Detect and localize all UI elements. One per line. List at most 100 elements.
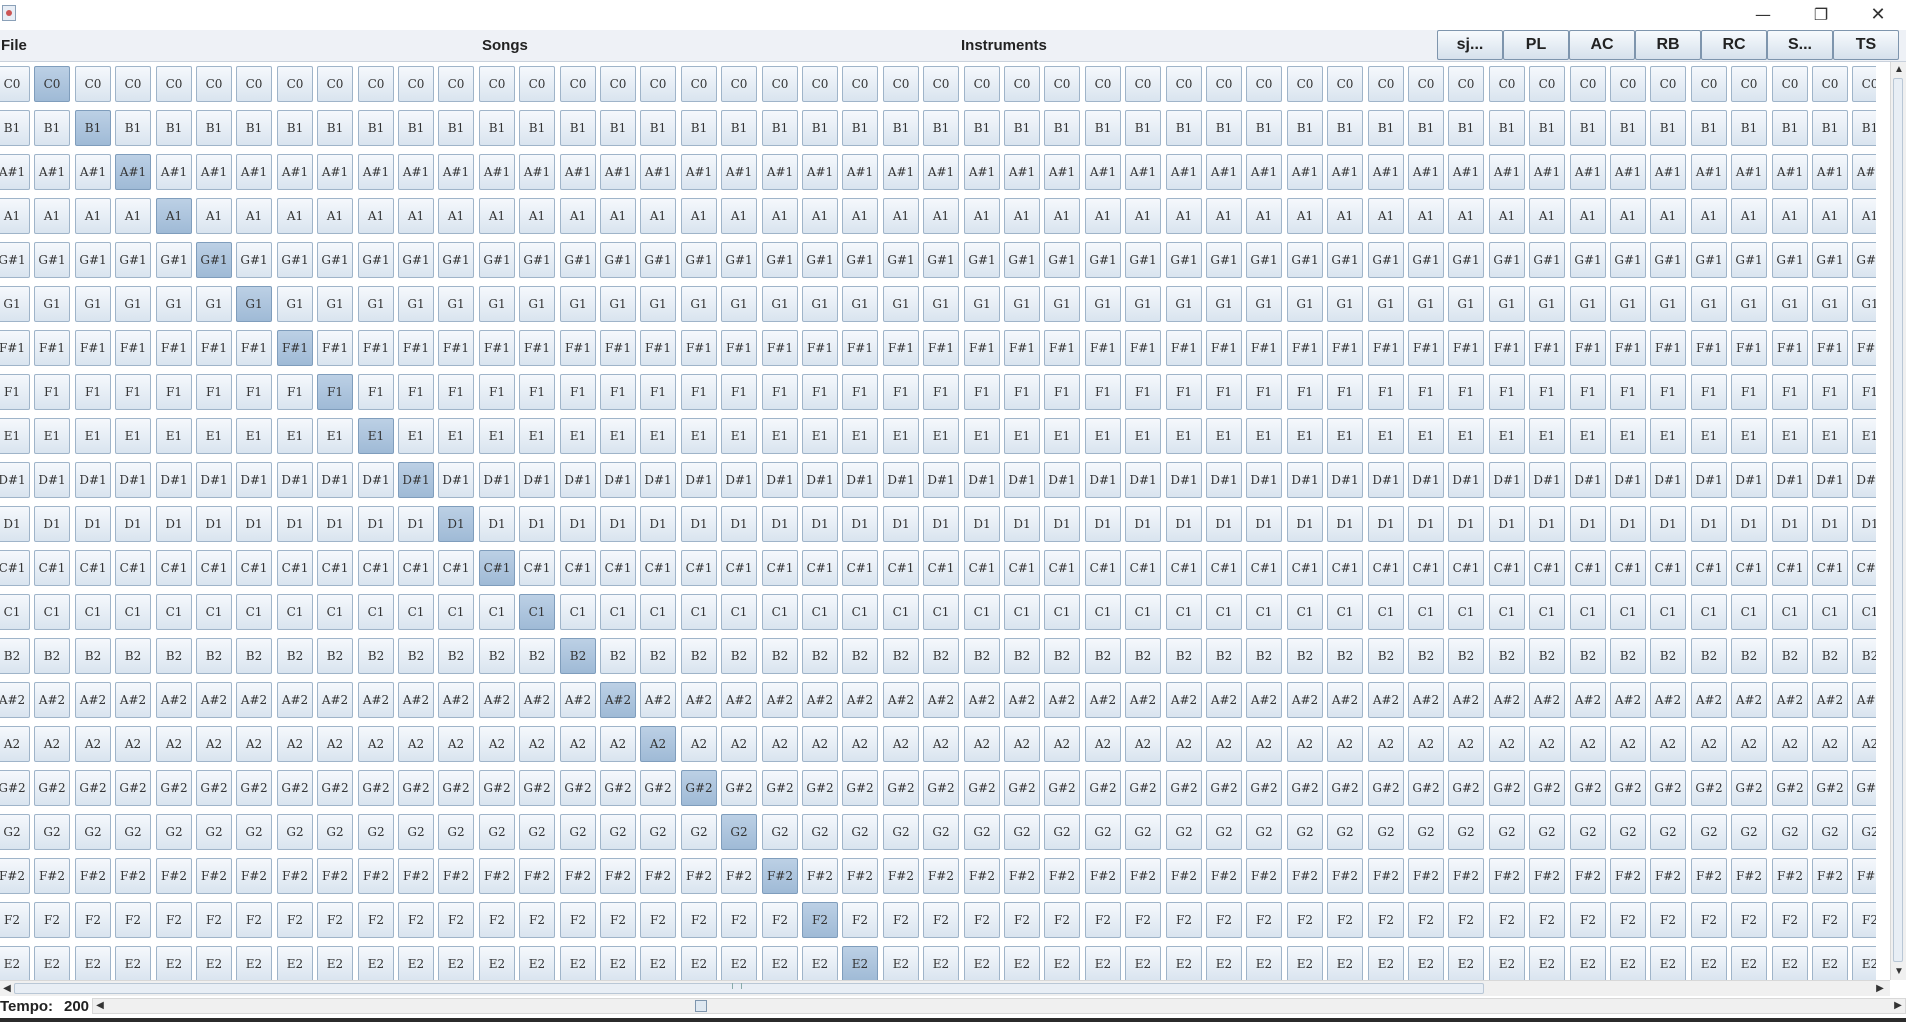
tempo-increase-icon[interactable]: ▶ bbox=[1891, 999, 1905, 1013]
note-cell[interactable]: D#1 bbox=[1812, 462, 1848, 498]
note-cell[interactable]: A#2 bbox=[1246, 682, 1282, 718]
note-cell[interactable]: A2 bbox=[358, 726, 394, 762]
note-cell[interactable]: E1 bbox=[236, 418, 272, 454]
note-cell[interactable]: A2 bbox=[1368, 726, 1404, 762]
note-cell[interactable]: G#1 bbox=[1408, 242, 1444, 278]
minimize-button[interactable]: — bbox=[1740, 0, 1786, 30]
note-cell[interactable]: G#1 bbox=[1166, 242, 1202, 278]
note-cell[interactable]: F#2 bbox=[1691, 858, 1727, 894]
note-cell[interactable]: C#1 bbox=[1529, 550, 1565, 586]
note-cell[interactable]: A1 bbox=[560, 198, 596, 234]
note-cell[interactable]: A2 bbox=[1206, 726, 1242, 762]
note-cell[interactable]: F#2 bbox=[1044, 858, 1080, 894]
note-cell[interactable]: E1 bbox=[1246, 418, 1282, 454]
note-cell[interactable]: F2 bbox=[236, 902, 272, 938]
note-cell[interactable]: G2 bbox=[1812, 814, 1848, 850]
note-cell[interactable]: F#2 bbox=[1731, 858, 1767, 894]
note-cell[interactable]: C0 bbox=[1246, 66, 1282, 102]
note-cell[interactable]: F2 bbox=[398, 902, 434, 938]
note-cell[interactable]: A#2 bbox=[964, 682, 1000, 718]
note-cell[interactable]: G2 bbox=[1731, 814, 1767, 850]
note-cell[interactable]: F#2 bbox=[923, 858, 959, 894]
note-cell[interactable]: E2 bbox=[1287, 946, 1323, 980]
note-cell[interactable]: F1 bbox=[115, 374, 151, 410]
note-cell[interactable]: A1 bbox=[923, 198, 959, 234]
note-cell[interactable]: A2 bbox=[1772, 726, 1808, 762]
note-cell[interactable]: B2 bbox=[1852, 638, 1876, 674]
note-cell[interactable]: E2 bbox=[0, 946, 30, 980]
note-cell[interactable]: A#2 bbox=[1044, 682, 1080, 718]
note-cell[interactable]: A2 bbox=[762, 726, 798, 762]
note-cell[interactable]: A1 bbox=[640, 198, 676, 234]
note-cell[interactable]: F#1 bbox=[1772, 330, 1808, 366]
note-cell[interactable]: A#1 bbox=[1166, 154, 1202, 190]
note-cell[interactable]: F#1 bbox=[0, 330, 30, 366]
note-cell[interactable]: F2 bbox=[1529, 902, 1565, 938]
note-cell[interactable]: C#1 bbox=[600, 550, 636, 586]
note-cell[interactable]: G1 bbox=[196, 286, 232, 322]
note-cell[interactable]: E1 bbox=[802, 418, 838, 454]
note-cell[interactable]: G#1 bbox=[1085, 242, 1121, 278]
note-cell[interactable]: E1 bbox=[1772, 418, 1808, 454]
note-cell[interactable]: A#2 bbox=[923, 682, 959, 718]
note-cell[interactable]: D1 bbox=[1368, 506, 1404, 542]
note-cell[interactable]: E2 bbox=[1125, 946, 1161, 980]
note-cell[interactable]: B2 bbox=[1448, 638, 1484, 674]
note-cell[interactable]: B1 bbox=[75, 110, 111, 146]
note-cell[interactable]: B2 bbox=[1206, 638, 1242, 674]
note-cell[interactable]: B1 bbox=[1570, 110, 1606, 146]
note-cell[interactable]: A1 bbox=[1489, 198, 1525, 234]
note-cell[interactable]: E1 bbox=[1085, 418, 1121, 454]
note-cell[interactable]: D1 bbox=[681, 506, 717, 542]
note-cell[interactable]: E2 bbox=[1650, 946, 1686, 980]
note-cell[interactable]: A#2 bbox=[1287, 682, 1323, 718]
note-cell[interactable]: E2 bbox=[236, 946, 272, 980]
note-cell[interactable]: F#1 bbox=[600, 330, 636, 366]
note-cell[interactable]: F#1 bbox=[883, 330, 919, 366]
note-cell[interactable]: A#1 bbox=[640, 154, 676, 190]
note-cell[interactable]: A#2 bbox=[681, 682, 717, 718]
note-cell[interactable]: B2 bbox=[398, 638, 434, 674]
note-cell[interactable]: F#1 bbox=[115, 330, 151, 366]
note-cell[interactable]: A#1 bbox=[883, 154, 919, 190]
note-cell[interactable]: D1 bbox=[923, 506, 959, 542]
note-cell[interactable]: B2 bbox=[277, 638, 313, 674]
note-cell[interactable]: C1 bbox=[358, 594, 394, 630]
note-cell[interactable]: F#1 bbox=[236, 330, 272, 366]
note-cell[interactable]: B1 bbox=[1772, 110, 1808, 146]
note-cell[interactable]: A2 bbox=[1852, 726, 1876, 762]
note-cell[interactable]: D#1 bbox=[1570, 462, 1606, 498]
note-cell[interactable]: A1 bbox=[1812, 198, 1848, 234]
note-cell[interactable]: G1 bbox=[1772, 286, 1808, 322]
note-cell[interactable]: C0 bbox=[0, 66, 30, 102]
note-cell[interactable]: A1 bbox=[600, 198, 636, 234]
note-cell[interactable]: A2 bbox=[196, 726, 232, 762]
note-cell[interactable]: D#1 bbox=[479, 462, 515, 498]
note-cell[interactable]: A#1 bbox=[34, 154, 70, 190]
note-cell[interactable]: C0 bbox=[1044, 66, 1080, 102]
note-cell[interactable]: C#1 bbox=[115, 550, 151, 586]
note-cell[interactable]: A2 bbox=[1610, 726, 1646, 762]
note-cell[interactable]: A1 bbox=[317, 198, 353, 234]
note-cell[interactable]: D#1 bbox=[115, 462, 151, 498]
note-cell[interactable]: A#2 bbox=[519, 682, 555, 718]
note-cell[interactable]: G2 bbox=[802, 814, 838, 850]
note-cell[interactable]: C#1 bbox=[1772, 550, 1808, 586]
note-cell[interactable]: G2 bbox=[1327, 814, 1363, 850]
note-cell[interactable]: G#2 bbox=[236, 770, 272, 806]
note-cell[interactable]: G2 bbox=[438, 814, 474, 850]
note-cell[interactable]: B2 bbox=[802, 638, 838, 674]
note-cell[interactable]: F1 bbox=[1004, 374, 1040, 410]
note-cell[interactable]: A#1 bbox=[1085, 154, 1121, 190]
note-cell[interactable]: F2 bbox=[964, 902, 1000, 938]
note-cell[interactable]: G1 bbox=[1691, 286, 1727, 322]
note-cell[interactable]: C1 bbox=[842, 594, 878, 630]
note-cell[interactable]: A2 bbox=[1408, 726, 1444, 762]
note-cell[interactable]: A#1 bbox=[1650, 154, 1686, 190]
note-cell[interactable]: D1 bbox=[317, 506, 353, 542]
note-cell[interactable]: A#2 bbox=[236, 682, 272, 718]
note-cell[interactable]: A2 bbox=[1691, 726, 1727, 762]
note-cell[interactable]: G2 bbox=[75, 814, 111, 850]
note-cell[interactable]: D1 bbox=[640, 506, 676, 542]
note-cell[interactable]: E2 bbox=[1448, 946, 1484, 980]
